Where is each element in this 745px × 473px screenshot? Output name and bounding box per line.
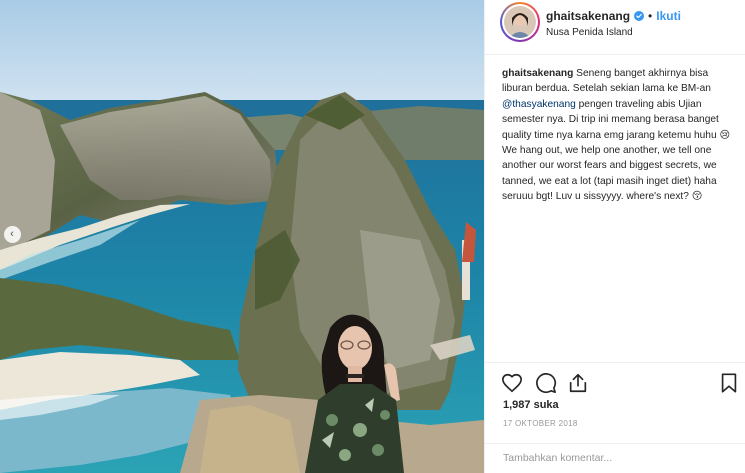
likes-count[interactable]: 1,987 suka xyxy=(503,399,559,411)
post-header: ghaitsakenang • Ikuti Nusa Penida Island xyxy=(485,0,745,55)
avatar[interactable] xyxy=(500,2,540,42)
post-username[interactable]: ghaitsakenang xyxy=(546,9,630,23)
post-sidebar: ghaitsakenang • Ikuti Nusa Penida Island… xyxy=(484,0,745,473)
post-location[interactable]: Nusa Penida Island xyxy=(546,27,633,38)
avatar-image xyxy=(504,6,536,38)
comment-input[interactable] xyxy=(503,452,663,464)
caption-text-part2: pengen traveling abis Ujian semester nya… xyxy=(502,98,731,203)
post-photo[interactable]: ‹ xyxy=(0,0,484,473)
caption-username[interactable]: ghaitsakenang xyxy=(502,68,573,79)
cliff-landscape-image xyxy=(0,0,484,473)
comment-icon[interactable] xyxy=(535,372,557,394)
follow-button[interactable]: Ikuti xyxy=(656,9,681,23)
separator-dot: • xyxy=(648,9,653,23)
post-date[interactable]: 17 OKTOBER 2018 xyxy=(503,419,578,428)
caption-mention-link[interactable]: @thasyakenang xyxy=(502,99,576,110)
comment-box xyxy=(485,443,745,473)
carousel-prev-icon: ‹ xyxy=(10,228,14,240)
action-bar xyxy=(485,362,745,402)
carousel-prev-button[interactable]: ‹ xyxy=(4,226,21,243)
verified-badge-icon xyxy=(634,11,645,21)
share-icon[interactable] xyxy=(567,372,589,394)
post-caption: ghaitsakenang Seneng banget akhirnya bis… xyxy=(502,66,738,205)
heart-icon[interactable] xyxy=(501,372,523,394)
bookmark-icon[interactable] xyxy=(718,372,740,394)
